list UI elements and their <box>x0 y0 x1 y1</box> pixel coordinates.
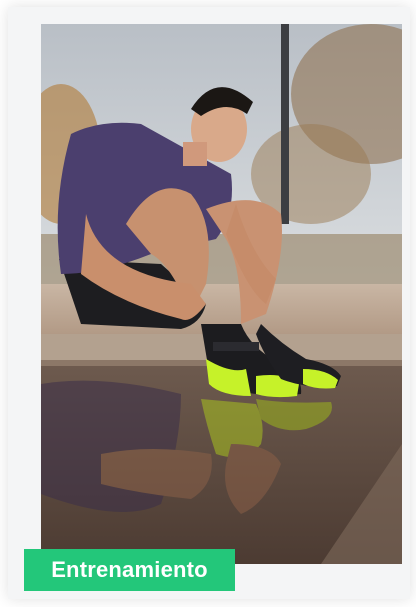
training-photo[interactable] <box>41 24 402 564</box>
photo-illustration <box>41 24 402 564</box>
category-badge[interactable]: Entrenamiento <box>24 549 235 591</box>
category-badge-label: Entrenamiento <box>51 557 208 582</box>
